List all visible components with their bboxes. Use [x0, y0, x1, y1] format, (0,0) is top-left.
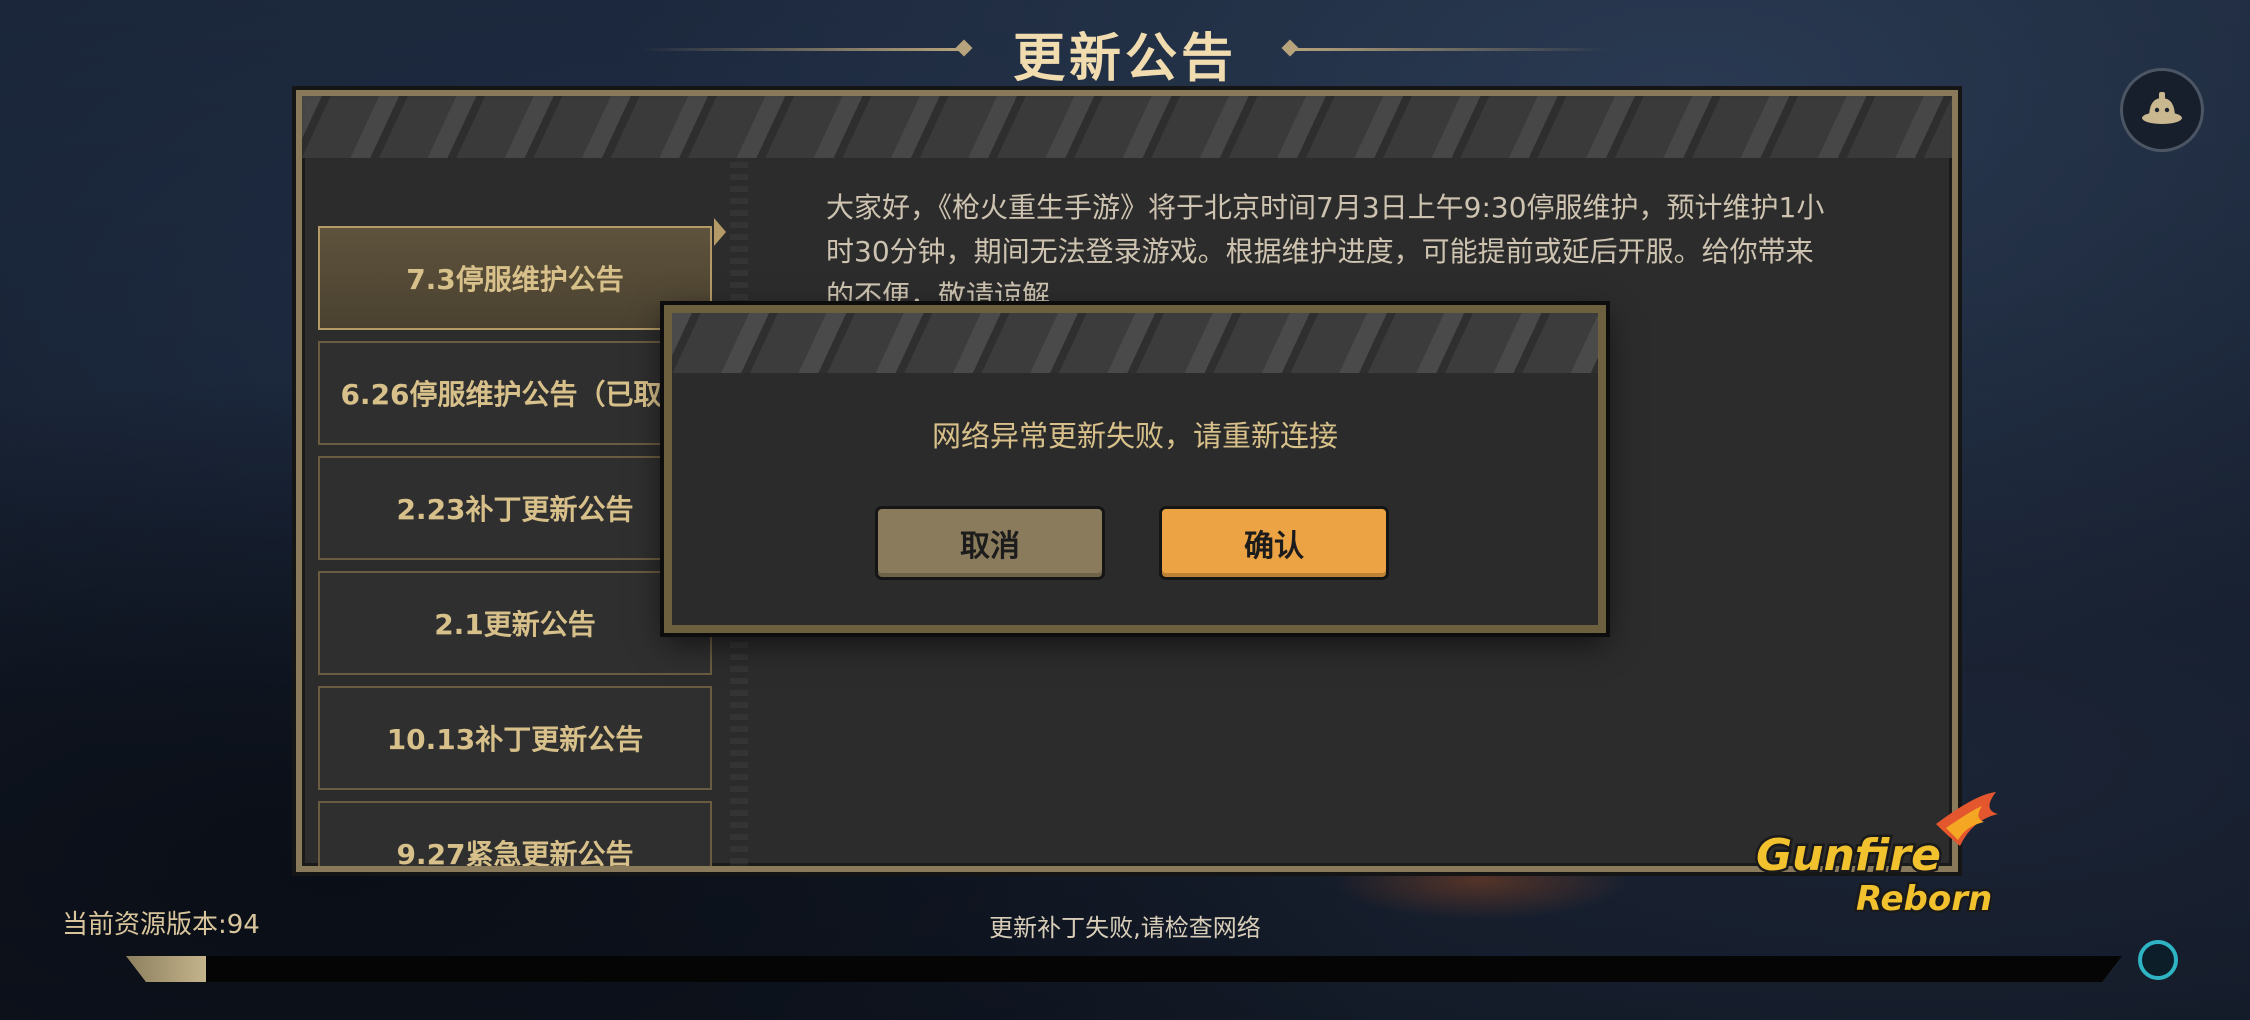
- network-error-dialog: 网络异常更新失败，请重新连接 取消 确认: [664, 305, 1606, 633]
- customer-service-button[interactable]: [2120, 68, 2204, 152]
- announcement-item[interactable]: 2.1更新公告: [318, 571, 712, 675]
- announcement-item[interactable]: 9.27紧急更新公告: [318, 801, 712, 866]
- dialog-message: 网络异常更新失败，请重新连接: [931, 419, 1338, 453]
- logo-text-line2: Reborn: [1856, 879, 1992, 919]
- panel-decor-band: [302, 96, 1952, 158]
- cancel-button[interactable]: 取消: [878, 509, 1102, 577]
- announcement-item-label: 10.13补丁更新公告: [386, 723, 644, 756]
- loading-indicator-icon: [2138, 940, 2178, 980]
- confirm-button[interactable]: 确认: [1162, 509, 1386, 577]
- announcement-item[interactable]: 10.13补丁更新公告: [318, 686, 712, 790]
- active-item-arrow-icon: [714, 218, 726, 246]
- logo-text-line1: Gunfire: [1756, 830, 1941, 881]
- title-ornament-right: [1290, 48, 1610, 51]
- announcement-item-label: 2.23补丁更新公告: [396, 493, 634, 526]
- update-progress-fill: [126, 956, 206, 982]
- gunfire-reborn-logo: Gunfire Reborn: [1754, 792, 1998, 922]
- announcement-list[interactable]: 7.3停服维护公告 6.26停服维护公告（已取消 2.23补丁更新公告 2.1更…: [310, 162, 720, 866]
- announcement-item-label: 2.1更新公告: [434, 608, 596, 641]
- announcement-item[interactable]: 2.23补丁更新公告: [318, 456, 712, 560]
- dialog-decor-band: [672, 313, 1598, 373]
- update-progress-bar: [126, 956, 2122, 982]
- announcement-item[interactable]: 6.26停服维护公告（已取消: [318, 341, 712, 445]
- announcement-item-label: 9.27紧急更新公告: [396, 838, 634, 866]
- announcement-content: 大家好，《枪火重生手游》将于北京时间7月3日上午9:30停服维护，预计维护1小时…: [826, 191, 1825, 312]
- announcement-item-label: 7.3停服维护公告: [406, 263, 624, 296]
- announcement-item-active[interactable]: 7.3停服维护公告: [318, 226, 712, 330]
- hat-icon: [2142, 92, 2182, 124]
- announcement-item-label: 6.26停服维护公告（已取消: [340, 378, 690, 411]
- page-title: 更新公告: [1012, 29, 1237, 89]
